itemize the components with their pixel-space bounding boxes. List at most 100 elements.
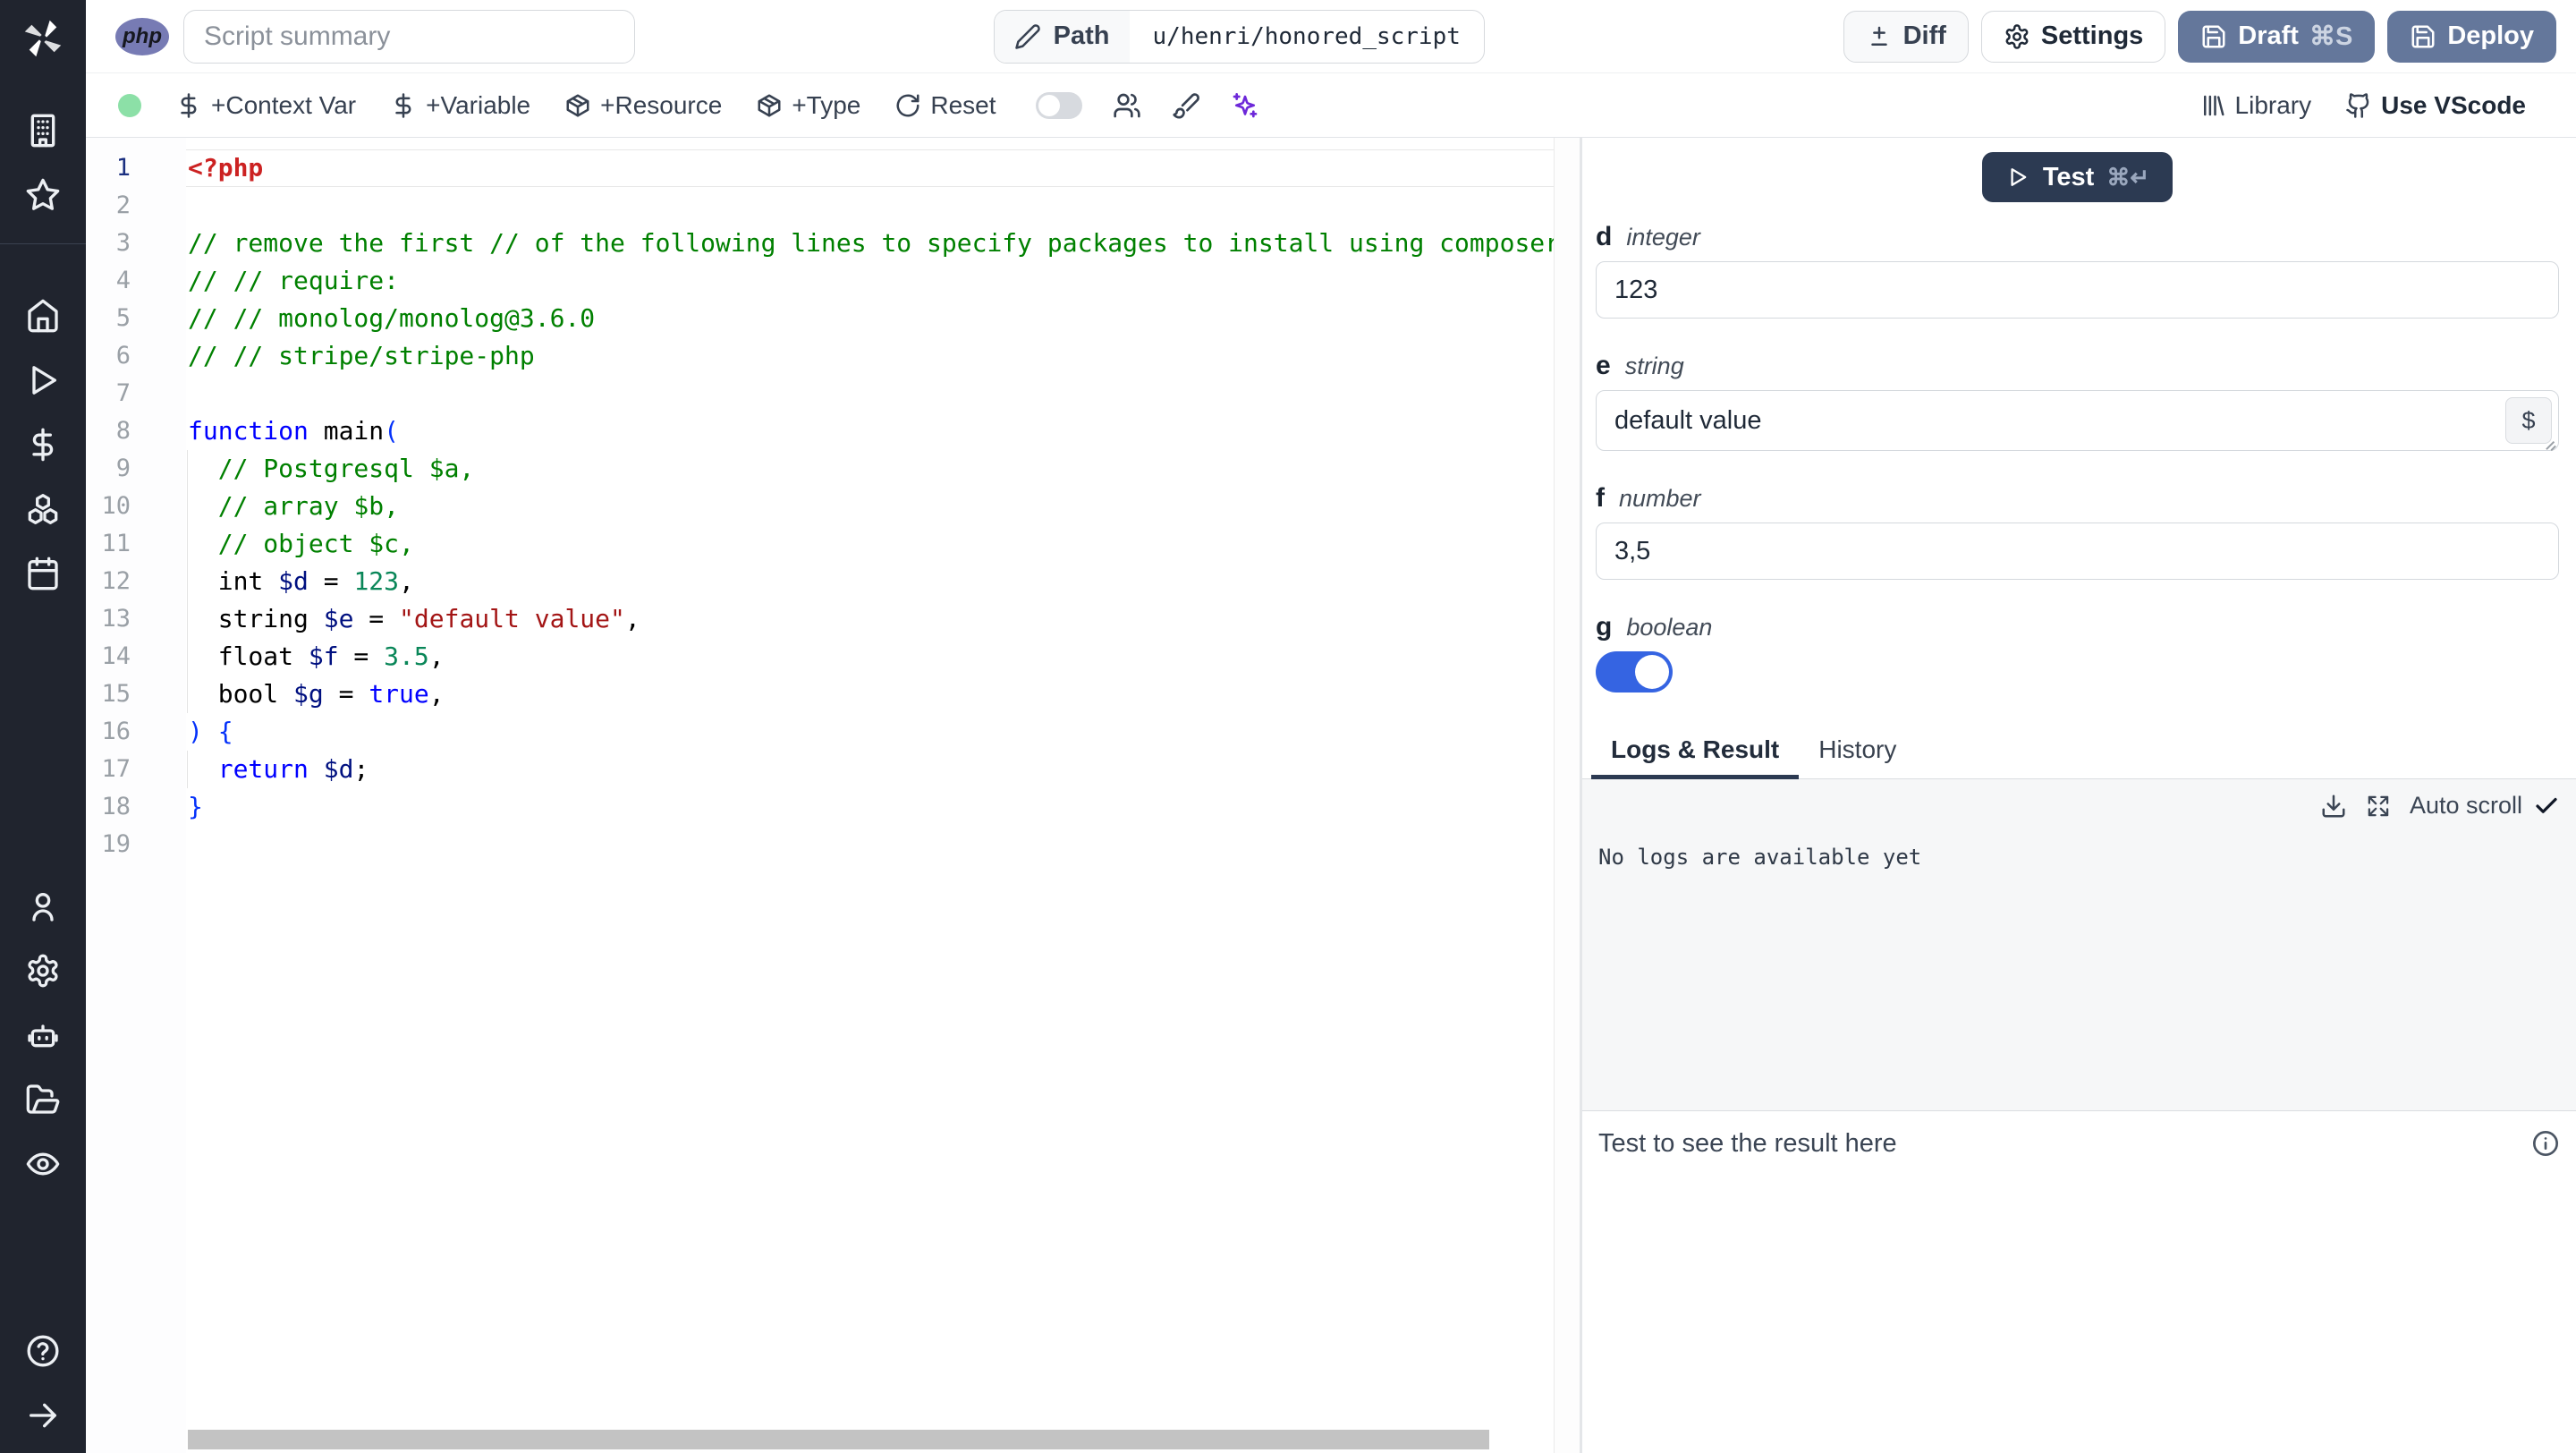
add-context-var-label: +Context Var <box>211 90 357 119</box>
field-g-toggle[interactable] <box>1596 651 1673 693</box>
library-icon <box>2203 95 2224 115</box>
sidebar-item-audit-logs[interactable] <box>23 1144 63 1184</box>
tab-logs-result[interactable]: Logs & Result <box>1591 723 1800 779</box>
add-type-button[interactable]: +Type <box>756 91 860 120</box>
code-line[interactable] <box>186 375 1554 412</box>
code-line[interactable] <box>186 826 1554 863</box>
calendar-icon <box>28 557 58 591</box>
auto-scroll-toggle[interactable]: Auto scroll <box>2410 792 2560 820</box>
sidebar-item-variables[interactable] <box>23 425 63 464</box>
test-label: Test <box>2042 162 2095 191</box>
field-g: g boolean <box>1596 612 2559 693</box>
draft-shortcut: ⌘S <box>2309 22 2353 51</box>
multiplayer-toggle[interactable] <box>1035 91 1082 119</box>
code-lines[interactable]: <?php // remove the first // of the follo… <box>186 138 1554 1453</box>
line-number: 13 <box>101 605 131 633</box>
package-icon <box>758 94 781 116</box>
field-f-input[interactable] <box>1596 523 2559 580</box>
field-e: e string $ <box>1596 351 2559 451</box>
windmill-logo[interactable] <box>19 14 67 63</box>
line-number: 6 <box>115 342 131 370</box>
diff-button[interactable]: Diff <box>1843 10 1969 63</box>
code-line[interactable]: int $d = 123, <box>186 563 1554 600</box>
add-resource-button[interactable]: +Resource <box>564 91 722 120</box>
multiplayer-users-icon[interactable] <box>1113 91 1141 120</box>
sidebar-expand-button[interactable] <box>23 1396 63 1435</box>
add-resource-label: +Resource <box>600 90 723 119</box>
sidebar-item-resources[interactable] <box>23 489 63 529</box>
deploy-button[interactable]: Deploy <box>2387 10 2556 63</box>
test-button[interactable]: Test ⌘↵ <box>1981 152 2174 202</box>
panel-tabs: Logs & Result History <box>1582 723 2576 779</box>
path-widget[interactable]: Path u/henri/honored_script <box>993 9 1485 64</box>
code-line[interactable]: function main( <box>186 412 1554 450</box>
field-e-input[interactable] <box>1597 391 2478 450</box>
sidebar-item-settings[interactable] <box>23 951 63 990</box>
path-label: Path <box>1053 21 1110 50</box>
sidebar-item-favorites[interactable] <box>23 175 63 215</box>
code-line[interactable]: } <box>186 788 1554 826</box>
code-line[interactable]: // // stripe/stripe-php <box>186 337 1554 375</box>
code-editor[interactable]: 1 2 3 4 5 6 7 8 9 10 11 12 13 14 15 16 17 18 19 <?php// re… <box>86 138 1580 1453</box>
field-g-type: boolean <box>1626 614 1713 641</box>
library-label: Library <box>2234 90 2312 119</box>
indent-guide <box>187 563 188 600</box>
code-line[interactable]: <?php <box>186 149 1554 187</box>
sidebar-item-workspace[interactable] <box>23 111 63 150</box>
code-line[interactable]: // // require: <box>186 262 1554 300</box>
draft-button[interactable]: Draft ⌘S <box>2178 10 2376 63</box>
expand-icon[interactable] <box>2365 793 2392 820</box>
code-line[interactable]: ) { <box>186 713 1554 751</box>
code-line[interactable]: // object $c, <box>186 525 1554 563</box>
info-icon[interactable] <box>2531 1129 2560 1158</box>
code-line[interactable]: // array $b, <box>186 488 1554 525</box>
ai-sparkles-icon[interactable] <box>1231 91 1259 120</box>
code-line[interactable]: bool $g = true, <box>186 676 1554 713</box>
field-f-name: f <box>1596 483 1605 513</box>
minimap[interactable] <box>1554 138 1580 1453</box>
code-line[interactable]: float $f = 3.5, <box>186 638 1554 676</box>
result-placeholder: Test to see the result here <box>1598 1129 1897 1158</box>
indent-guide <box>187 450 188 488</box>
reset-button[interactable]: Reset <box>894 91 996 120</box>
add-context-var-button[interactable]: +Context Var <box>175 91 356 120</box>
sidebar-item-workers[interactable] <box>23 1015 63 1055</box>
result-panel: Test to see the result here <box>1582 1111 2576 1453</box>
script-summary-input[interactable] <box>183 9 635 64</box>
add-variable-button[interactable]: +Variable <box>390 91 530 120</box>
boxes-icon <box>28 494 58 524</box>
code-line[interactable]: string $e = "default value", <box>186 600 1554 638</box>
app-window: php Path u/henri/honored_script Diff <box>0 0 2576 1453</box>
line-number: 16 <box>101 718 131 745</box>
code-line[interactable]: // // monolog/monolog@3.6.0 <box>186 300 1554 337</box>
field-d-input[interactable] <box>1596 261 2559 319</box>
help-circle-icon <box>27 1335 59 1367</box>
library-button[interactable]: Library <box>2199 90 2312 120</box>
sidebar-item-home[interactable] <box>23 296 63 336</box>
code-line[interactable]: return $d; <box>186 751 1554 788</box>
line-number: 2 <box>115 191 131 219</box>
sidebar-item-schedules[interactable] <box>23 554 63 593</box>
use-vscode-button[interactable]: Use VScode <box>2345 91 2526 120</box>
format-brush-icon[interactable] <box>1172 91 1200 120</box>
settings-button[interactable]: Settings <box>1980 10 2166 63</box>
deploy-label: Deploy <box>2447 21 2534 50</box>
sidebar-item-folders[interactable] <box>23 1080 63 1119</box>
github-icon <box>2346 92 2369 118</box>
sidebar-item-users[interactable] <box>23 887 63 926</box>
line-number: 17 <box>101 755 131 783</box>
gear-icon <box>28 954 58 988</box>
sidebar-item-help[interactable] <box>23 1331 63 1371</box>
horizontal-scrollbar[interactable] <box>188 1430 1489 1449</box>
indent-guide <box>187 600 188 638</box>
line-number: 3 <box>115 229 131 257</box>
code-line[interactable]: // Postgresql $a, <box>186 450 1554 488</box>
code-line[interactable]: // remove the first // of the following … <box>186 225 1554 262</box>
diff-label: Diff <box>1902 21 1946 50</box>
field-e-type: string <box>1624 353 1684 379</box>
sidebar-item-runs[interactable] <box>23 361 63 400</box>
code-line[interactable] <box>186 187 1554 225</box>
tab-history[interactable]: History <box>1799 723 1916 779</box>
download-icon[interactable] <box>2320 793 2347 820</box>
resize-handle[interactable] <box>2544 436 2556 448</box>
